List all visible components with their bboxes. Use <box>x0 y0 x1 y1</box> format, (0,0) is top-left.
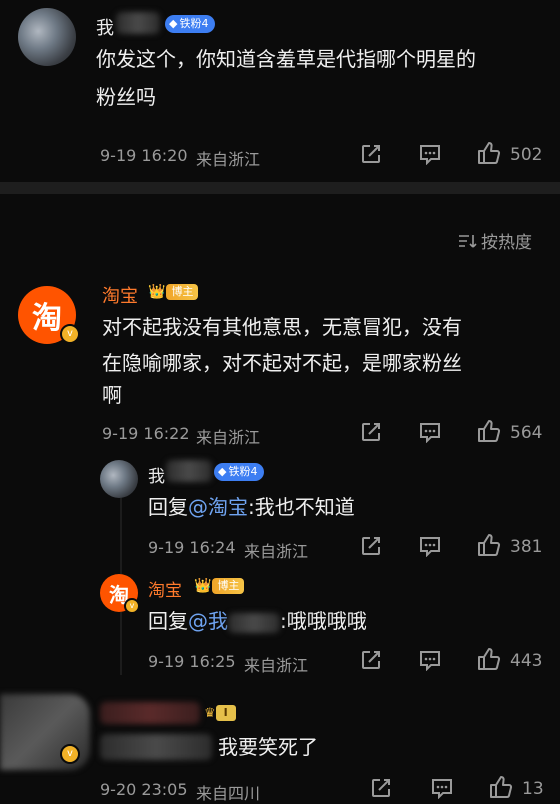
like-count: 381 <box>510 537 543 557</box>
blogger-badge-label: 博主 <box>212 578 245 594</box>
share-icon[interactable] <box>360 535 382 557</box>
like-icon[interactable] <box>476 646 502 672</box>
sort-icon <box>458 233 478 249</box>
reply-time: 9-19 16:24 <box>148 538 236 557</box>
sort-label: 按热度 <box>481 233 532 253</box>
comment-text-line-1: 你发这个，你知道含羞草是代指哪个明星的 <box>96 47 476 71</box>
reply-content: :哦哦哦哦 <box>280 609 367 633</box>
comment-icon[interactable] <box>418 649 442 671</box>
share-icon[interactable] <box>360 649 382 671</box>
comment-icon[interactable] <box>418 421 442 443</box>
blogger-badge: 👑 博主 <box>194 578 245 594</box>
reply-content: :我也不知道 <box>248 495 355 519</box>
user-avatar[interactable] <box>100 460 138 498</box>
comment-location: 来自浙江 <box>196 428 261 447</box>
comment-text-line-3: 啊 <box>102 383 122 407</box>
verified-badge-icon: v <box>60 324 80 344</box>
reply-location: 来自浙江 <box>244 542 309 561</box>
mention-link[interactable]: @我 <box>188 609 228 633</box>
username[interactable]: 淘宝 <box>148 576 182 601</box>
share-icon[interactable] <box>360 421 382 443</box>
avatar-logo-text: 淘 <box>32 301 62 336</box>
username-redaction <box>166 460 212 482</box>
username[interactable]: 我 <box>96 14 114 40</box>
fan-badge-label: 铁粉4 <box>228 465 258 478</box>
like-count: 502 <box>510 145 543 165</box>
text-redaction <box>100 734 212 760</box>
sort-button[interactable]: 按热度 <box>458 228 532 253</box>
like-count: 443 <box>510 651 543 671</box>
reply-location: 来自浙江 <box>244 656 309 675</box>
reply-time: 9-19 16:25 <box>148 652 236 671</box>
like-icon[interactable] <box>476 140 502 166</box>
crown-icon: 👑 <box>194 578 212 594</box>
level-badge: ♛ I <box>204 705 236 721</box>
reply-text: 回复@我 :哦哦哦哦 <box>148 604 367 638</box>
fan-badge: ◆ 铁粉4 <box>214 463 265 481</box>
comment-text-line-1: 对不起我没有其他意思，无意冒犯，没有 <box>102 315 462 339</box>
blogger-badge-label: 博主 <box>166 284 199 300</box>
username-redaction <box>116 12 160 34</box>
like-icon[interactable] <box>476 532 502 558</box>
crown-icon: ♛ <box>204 705 216 721</box>
fan-badge: ◆ 铁粉4 <box>165 15 216 33</box>
fan-badge-label: 铁粉4 <box>179 17 209 30</box>
comment-text-line-2: 粉丝吗 <box>96 85 156 109</box>
share-icon[interactable] <box>370 777 392 799</box>
comment-text-line-2: 在隐喻哪家，对不起对不起，是哪家粉丝 <box>102 351 462 375</box>
user-avatar[interactable] <box>18 8 76 66</box>
comment-time: 9-19 16:20 <box>100 146 188 165</box>
comment-icon[interactable] <box>418 143 442 165</box>
diamond-icon: ◆ <box>169 17 178 30</box>
comment-time: 9-20 23:05 <box>100 780 188 799</box>
like-count: 13 <box>522 779 544 799</box>
like-icon[interactable] <box>476 418 502 444</box>
crown-icon: 👑 <box>148 284 166 300</box>
level-badge-label: I <box>215 705 236 721</box>
comment-location: 来自浙江 <box>196 150 261 169</box>
reply-prefix: 回复 <box>148 609 188 633</box>
verified-badge-icon: v <box>124 598 140 614</box>
diamond-icon: ◆ <box>218 465 227 478</box>
mention-redaction <box>228 612 280 633</box>
mention-link[interactable]: @淘宝 <box>188 495 248 519</box>
reply-text: 回复@淘宝:我也不知道 <box>148 490 355 524</box>
username-redaction <box>100 702 200 724</box>
reply-prefix: 回复 <box>148 495 188 519</box>
username[interactable]: 淘宝 <box>102 282 138 308</box>
comment-icon[interactable] <box>430 777 454 799</box>
username[interactable]: 我 <box>148 462 165 487</box>
verified-badge-icon: v <box>60 744 80 764</box>
comment-location: 来自四川 <box>196 784 261 803</box>
comment-icon[interactable] <box>418 535 442 557</box>
share-icon[interactable] <box>360 143 382 165</box>
section-divider <box>0 182 560 194</box>
comment-time: 9-19 16:22 <box>102 424 190 443</box>
like-count: 564 <box>510 423 543 443</box>
blogger-badge: 👑 博主 <box>148 284 199 300</box>
comment-text: 我要笑死了 <box>218 735 318 759</box>
like-icon[interactable] <box>488 774 514 800</box>
